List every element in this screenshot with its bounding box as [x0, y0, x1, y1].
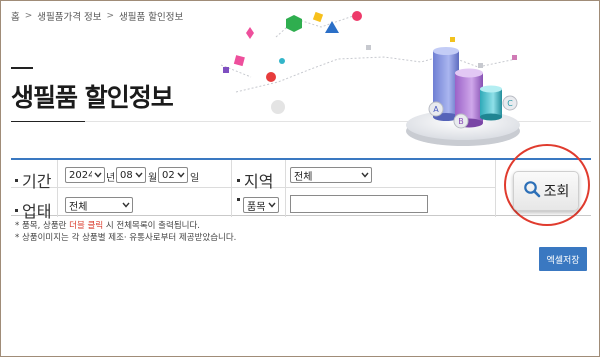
page-header: 생필품 할인정보 A B C: [1, 11, 599, 149]
item-search-input[interactable]: [290, 195, 428, 213]
column-divider: [231, 160, 232, 217]
region-label-text: 지역: [244, 172, 274, 191]
chevron-down-icon: [133, 172, 145, 178]
breadcrumb-level2[interactable]: 생필품 할인정보: [119, 9, 183, 23]
page-frame: 홈 > 생필품가격 정보 > 생필품 할인정보 생필품 할인정보 A B C 기…: [0, 0, 600, 357]
day-select-value: 02: [162, 169, 175, 181]
month-unit: 월: [148, 173, 158, 184]
business-select[interactable]: 전체: [65, 197, 133, 213]
year-unit: 년: [106, 173, 116, 184]
business-label: 업태: [15, 198, 51, 222]
column-divider: [495, 160, 496, 217]
day-unit: 일: [190, 173, 200, 184]
excel-save-button[interactable]: 엑셀저장: [539, 247, 587, 271]
magnifier-icon: [523, 180, 541, 202]
year-select[interactable]: 2024: [65, 167, 105, 183]
chevron-down-icon: [359, 172, 371, 178]
breadcrumb-separator: >: [106, 11, 115, 21]
svg-text:B: B: [458, 117, 464, 126]
svg-text:C: C: [507, 99, 513, 108]
column-divider: [57, 160, 58, 217]
breadcrumb-separator: >: [24, 11, 33, 21]
year-select-value: 2024: [69, 169, 92, 181]
business-label-text: 업태: [22, 202, 52, 221]
note-double-click: * 품목, 상품란 더블 클릭 시 전체목록이 출력됩니다.: [15, 220, 236, 232]
hexagon-shape: [286, 15, 302, 32]
item-type-select[interactable]: 품목: [243, 197, 279, 213]
item-label: [237, 198, 240, 201]
note-image-source: * 상품이미지는 각 상품별 제조· 유통사로부터 제공받았습니다.: [15, 233, 237, 243]
note-highlight: 더블 클릭: [69, 221, 104, 231]
page-title: 생필품 할인정보: [11, 83, 174, 112]
region-select[interactable]: 전체: [290, 167, 372, 183]
search-button[interactable]: 조회: [513, 171, 579, 211]
region-select-value: 전체: [294, 171, 313, 183]
day-select[interactable]: 02: [158, 167, 188, 183]
chevron-down-icon: [92, 172, 104, 178]
column-divider: [285, 160, 286, 217]
note-text: * 품목, 상품란: [15, 221, 70, 231]
month-select-value: 08: [120, 169, 133, 181]
title-rule-top: [11, 67, 33, 69]
period-label-text: 기간: [22, 172, 52, 191]
breadcrumb-home[interactable]: 홈: [11, 9, 20, 23]
region-label: 지역: [237, 168, 273, 192]
breadcrumb: 홈 > 생필품가격 정보 > 생필품 할인정보: [11, 9, 183, 23]
month-select[interactable]: 08: [116, 167, 146, 183]
hero-illustration: A B C: [220, 11, 520, 146]
business-select-value: 전체: [69, 201, 88, 213]
chevron-down-icon: [175, 172, 187, 178]
item-type-select-value: 품목: [247, 201, 266, 213]
notes: * 품목, 상품란 더블 클릭 시 전체목록이 출력됩니다. * 상품이미지는 …: [15, 220, 236, 244]
svg-text:A: A: [433, 105, 439, 114]
bullet-icon: [237, 178, 240, 182]
title-rule-bottom: [11, 121, 85, 122]
period-label: 기간: [15, 168, 51, 192]
bullet-icon: [15, 178, 18, 182]
chevron-down-icon: [266, 202, 278, 208]
note-text: 시 전체목록이 출력됩니다.: [103, 221, 200, 231]
breadcrumb-level1[interactable]: 생필품가격 정보: [37, 9, 101, 23]
chevron-down-icon: [120, 202, 132, 208]
bullet-icon: [15, 208, 18, 212]
bullet-icon: [237, 198, 240, 201]
search-button-label: 조회: [543, 184, 570, 200]
